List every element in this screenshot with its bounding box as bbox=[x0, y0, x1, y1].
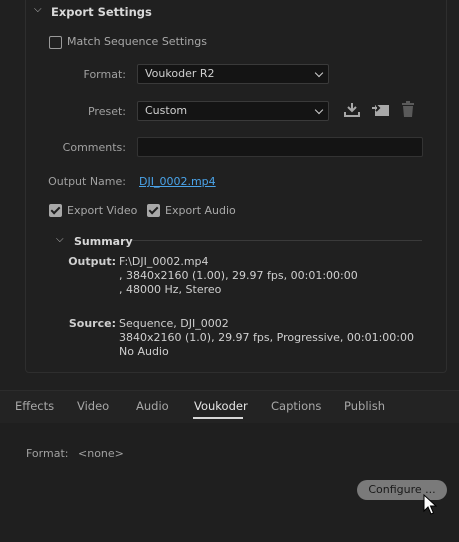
save-preset-icon[interactable] bbox=[343, 102, 361, 118]
tab-voukoder[interactable]: Voukoder bbox=[194, 399, 248, 413]
mouse-cursor-icon bbox=[423, 494, 437, 515]
summary-title[interactable]: Summary bbox=[74, 235, 133, 248]
chevron-down-icon bbox=[314, 105, 324, 115]
summary-divider bbox=[132, 240, 422, 241]
preset-select-value: Custom bbox=[145, 104, 188, 117]
export-video-label: Export Video bbox=[67, 204, 138, 217]
active-tab-indicator bbox=[193, 417, 243, 419]
collapse-export-settings-icon[interactable]: ⌵ bbox=[34, 4, 42, 15]
tab-effects[interactable]: Effects bbox=[15, 399, 54, 413]
summary-output-text: F:\DJI_0002.mp4 , 3840x2160 (1.00), 29.9… bbox=[119, 255, 358, 296]
summary-output-label: Output: bbox=[68, 255, 116, 268]
tab-publish[interactable]: Publish bbox=[344, 399, 385, 413]
trash-icon[interactable] bbox=[401, 101, 415, 118]
export-audio-label: Export Audio bbox=[165, 204, 236, 217]
export-settings-title[interactable]: Export Settings bbox=[51, 5, 152, 19]
voukoder-format-value: <none> bbox=[78, 447, 124, 460]
tab-captions[interactable]: Captions bbox=[271, 399, 321, 413]
output-name-link[interactable]: DJI_0002.mp4 bbox=[139, 175, 216, 188]
tab-audio[interactable]: Audio bbox=[136, 399, 169, 413]
format-select-value: Voukoder R2 bbox=[145, 67, 215, 80]
voukoder-format-label: Format: bbox=[26, 447, 69, 460]
import-preset-icon[interactable] bbox=[371, 102, 391, 118]
output-name-label: Output Name: bbox=[48, 175, 126, 188]
preset-label: Preset: bbox=[87, 105, 126, 118]
comments-input[interactable] bbox=[137, 137, 423, 157]
match-sequence-label: Match Sequence Settings bbox=[67, 35, 207, 48]
match-sequence-checkbox[interactable] bbox=[49, 36, 62, 49]
format-select[interactable]: Voukoder R2 bbox=[137, 64, 329, 84]
export-audio-checkbox[interactable] bbox=[147, 204, 160, 217]
summary-source-label: Source: bbox=[68, 317, 116, 330]
format-label: Format: bbox=[83, 68, 126, 81]
export-video-checkbox[interactable] bbox=[49, 204, 62, 217]
summary-source-text: Sequence, DJI_0002 3840x2160 (1.0), 29.9… bbox=[119, 317, 415, 358]
chevron-down-icon bbox=[314, 68, 324, 78]
preset-select[interactable]: Custom bbox=[137, 101, 329, 121]
comments-label: Comments: bbox=[62, 141, 126, 154]
collapse-summary-icon[interactable]: ⌵ bbox=[56, 234, 64, 245]
tab-video[interactable]: Video bbox=[77, 399, 109, 413]
